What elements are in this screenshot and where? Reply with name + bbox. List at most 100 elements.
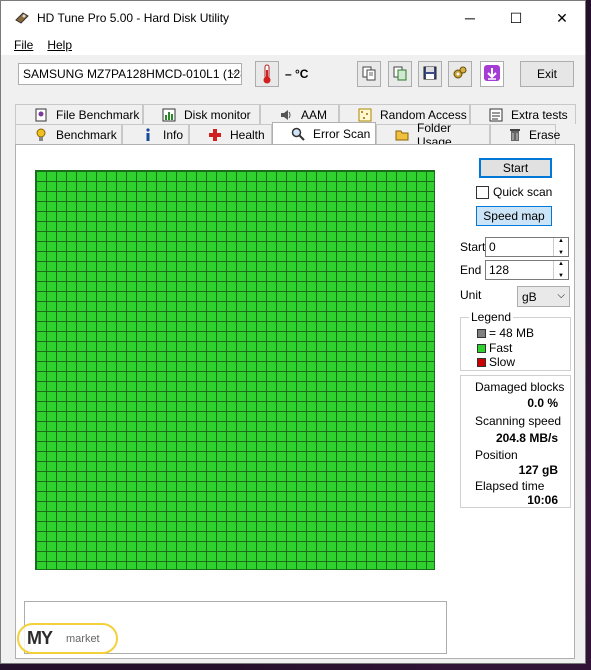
end-spinbox-value: 128 [489,263,510,277]
tab-label: AAM [301,107,328,122]
tab-label: Erase [529,127,561,142]
watermark-logo: MY [27,628,53,648]
maximize-button[interactable]: ☐ [493,1,539,35]
legend-swatch-green [477,343,486,353]
scan-block-grid [35,170,435,570]
tab-file-benchmark[interactable]: File Benchmark [15,104,143,124]
tab-label: Error Scan [313,126,371,141]
drive-select-value: SAMSUNG MZ7PA128HMCD-010L1 (128 [23,67,242,81]
chevron-down-icon: ⌵ [557,290,565,301]
spin-arrows-icon[interactable]: ▲ ▼ [553,238,568,256]
elapsed-time-label: Elapsed time [475,479,545,493]
window-title: HD Tune Pro 5.00 - Hard Disk Utility [37,11,230,25]
unit-select[interactable]: gB ⌵ [517,286,570,307]
legend-swatch-gray [477,328,486,338]
start-scan-button[interactable]: Start [479,158,552,178]
start-spinbox-value: 0 [489,240,496,254]
speaker-icon [279,108,293,122]
speed-map-button[interactable]: Speed map [476,206,552,226]
legend-item-slow: Slow [477,355,515,369]
start-spinbox[interactable]: 0 ▲ ▼ [485,237,569,257]
tab-label: Disk monitor [184,107,251,122]
checkbox-box[interactable] [476,185,489,199]
tab-error-scan[interactable]: Error Scan [272,122,376,144]
close-button[interactable]: ✕ [539,1,585,35]
copy-icon [361,65,377,84]
download-arrow-icon [483,64,501,85]
menu-bar: File Help [1,35,585,55]
error-scan-panel: Start Quick scan Speed map Start 0 ▲ ▼ En… [15,144,575,659]
thermometer-icon [255,61,279,87]
unit-select-value: gB [522,289,537,304]
tab-benchmark[interactable]: Benchmark [15,124,122,144]
tab-label: Info [163,127,184,142]
watermark-badge: MY market [17,623,118,654]
tab-aam[interactable]: AAM [260,104,339,124]
end-label: End [460,263,482,277]
spin-arrows-icon[interactable]: ▲ ▼ [553,261,568,279]
scan-stats: Damaged blocks 0.0 % Scanning speed 204.… [460,375,571,508]
save-button[interactable] [418,61,442,87]
benchmark-icon [34,128,48,142]
folder-icon [395,128,409,142]
legend-title: Legend [469,310,514,324]
magnifier-icon [291,127,305,141]
damaged-blocks-label: Damaged blocks [475,380,565,394]
info-icon [141,127,155,142]
chevron-down-icon: ⌵ [229,67,237,78]
trash-icon [509,128,521,142]
tab-label: Benchmark [56,127,117,142]
copy-screenshot-icon [392,65,408,84]
settings-gear-icon [452,65,468,84]
scanning-speed-label: Scanning speed [475,414,562,428]
end-spinbox[interactable]: 128 ▲ ▼ [485,260,569,280]
legend-label: Fast [489,341,513,355]
scanning-speed-value: 204.8 MB/s [495,431,558,445]
start-label: Start [460,240,486,254]
hd-tune-app-icon [14,10,30,26]
position-label: Position [475,448,518,462]
tab-label: File Benchmark [56,107,140,122]
extra-tests-icon [489,108,503,122]
unit-label: Unit [460,288,482,302]
file-benchmark-icon [34,108,48,122]
legend-label: Slow [489,355,516,369]
tab-erase[interactable]: Erase [490,124,560,144]
elapsed-time-value: 10:06 [527,493,558,507]
options-button[interactable] [448,61,472,87]
disk-monitor-icon [162,108,176,122]
legend-item-block-size: = 48 MB [477,326,534,340]
quick-scan-checkbox[interactable]: Quick scan [476,185,552,199]
app-window: HD Tune Pro 5.00 - Hard Disk Utility ─ ☐… [0,0,586,664]
quick-scan-label: Quick scan [493,185,553,199]
legend-item-fast: Fast [477,341,512,355]
random-access-icon [358,108,372,122]
tab-disk-monitor[interactable]: Disk monitor [143,104,260,124]
copy-screenshot-button[interactable] [388,61,412,87]
legend: Legend = 48 MB Fast Slow [460,310,571,371]
floppy-disk-icon [422,65,438,84]
scan-block-map [35,170,435,570]
legend-swatch-red [477,357,486,367]
tab-info[interactable]: Info [122,124,189,144]
menu-file[interactable]: File [7,38,40,52]
title-bar: HD Tune Pro 5.00 - Hard Disk Utility ─ ☐… [1,1,585,35]
minimize-button[interactable]: ─ [447,1,493,35]
temperature-readout: – °C [285,67,309,81]
download-button[interactable] [480,61,504,87]
health-cross-icon [208,128,222,142]
tab-folder-usage[interactable]: Folder Usage [376,121,490,149]
tab-row-bottom: Benchmark Info Health Error Scan Folder … [15,121,560,149]
menu-help[interactable]: Help [40,38,79,52]
tab-label: Health [230,127,265,142]
copy-info-button[interactable] [357,61,381,87]
tab-label: Random Access [380,107,467,122]
toolbar: SAMSUNG MZ7PA128HMCD-010L1 (128 ⌵ – °C E… [1,55,585,97]
drive-select[interactable]: SAMSUNG MZ7PA128HMCD-010L1 (128 ⌵ [18,63,242,85]
legend-label: = 48 MB [489,326,535,340]
tab-row-top: File Benchmark Disk monitor AAM Random A… [15,104,576,124]
watermark-text: market [58,626,108,651]
exit-button[interactable]: Exit [520,61,574,87]
tab-label: Extra tests [511,107,568,122]
tab-health[interactable]: Health [189,124,272,144]
